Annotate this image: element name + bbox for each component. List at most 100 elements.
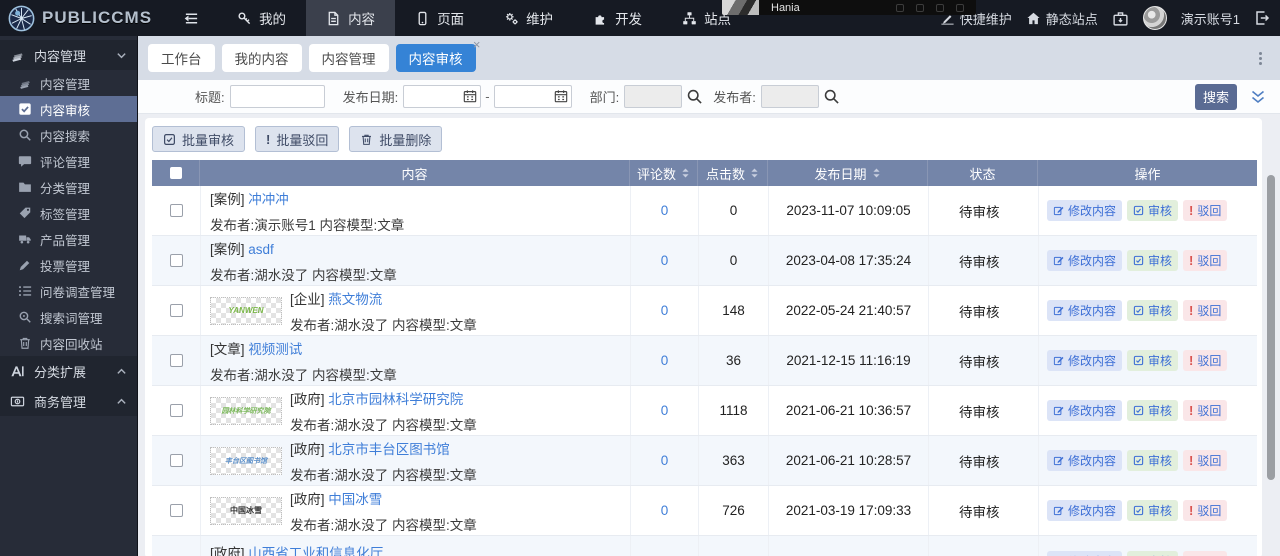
tab-content-management[interactable]: 内容管理 <box>308 44 389 72</box>
calendar-icon[interactable] <box>463 89 477 103</box>
tab-workbench[interactable]: 工作台 <box>148 44 215 72</box>
review-button[interactable]: 审核 <box>1127 450 1179 471</box>
sidebar-item-tag-management[interactable]: 标签管理 <box>0 200 137 226</box>
sidebar-section-business-management[interactable]: 商务管理 <box>0 386 137 416</box>
reject-button[interactable]: !驳回 <box>1183 551 1228 556</box>
content-title-link[interactable]: 中国冰雪 <box>328 492 382 507</box>
comments-link[interactable]: 0 <box>661 203 669 218</box>
nav-item-develop[interactable]: 开发 <box>573 0 662 36</box>
media-control-icons[interactable] <box>896 3 976 12</box>
sidebar-item-category-management[interactable]: 分类管理 <box>0 174 137 200</box>
edit-content-button[interactable]: 修改内容 <box>1047 500 1123 521</box>
media-popup[interactable]: Hania <box>722 0 976 15</box>
review-button[interactable]: 审核 <box>1127 500 1179 521</box>
logout-icon[interactable] <box>1254 10 1270 26</box>
nav-item-page[interactable]: 页面 <box>395 0 484 36</box>
sidebar-item-content-recycle-bin[interactable]: 内容回收站 <box>0 330 137 356</box>
money-icon <box>10 396 25 406</box>
row-checkbox[interactable] <box>169 304 183 317</box>
sidebar-item-content-review[interactable]: 内容审核 <box>0 96 137 122</box>
close-icon[interactable]: × <box>473 38 481 51</box>
comments-link[interactable]: 0 <box>661 353 669 368</box>
edit-content-button[interactable]: 修改内容 <box>1047 350 1123 371</box>
static-site-button[interactable]: 静态站点 <box>1026 9 1098 28</box>
edit-content-button[interactable]: 修改内容 <box>1047 300 1123 321</box>
user-avatar[interactable] <box>1142 6 1167 30</box>
review-button[interactable]: 审核 <box>1127 400 1179 421</box>
search-icon[interactable] <box>686 88 703 105</box>
comments-link[interactable]: 0 <box>661 453 669 468</box>
review-button[interactable]: 审核 <box>1127 250 1179 271</box>
department-filter-input[interactable] <box>624 85 683 108</box>
sidebar-item-survey-management[interactable]: 问卷调查管理 <box>0 278 137 304</box>
reject-button[interactable]: !驳回 <box>1183 300 1228 321</box>
vertical-scrollbar[interactable] <box>1267 175 1275 480</box>
double-chevron-down-icon[interactable] <box>1250 89 1266 105</box>
edit-content-button[interactable]: 修改内容 <box>1047 250 1123 271</box>
batch-review-button[interactable]: 批量审核 <box>152 126 246 152</box>
edit-content-button[interactable]: 修改内容 <box>1047 551 1123 556</box>
col-comments[interactable]: 评论数 <box>630 160 698 186</box>
sidebar-item-vote-management[interactable]: 投票管理 <box>0 252 137 278</box>
sidebar-section-content-management[interactable]: 内容管理 <box>0 40 137 70</box>
sidebar-section-category-extension[interactable]: 分类扩展 <box>0 356 137 386</box>
sidebar-item-comment-management[interactable]: 评论管理 <box>0 148 137 174</box>
content-title-link[interactable]: 北京市园林科学研究院 <box>328 392 463 407</box>
content-title-link[interactable]: 燕文物流 <box>328 292 382 307</box>
content-title-link[interactable]: 冲冲冲 <box>248 192 289 207</box>
content-title-link[interactable]: asdf <box>248 242 274 257</box>
review-button[interactable]: 审核 <box>1127 300 1179 321</box>
select-all-checkbox[interactable] <box>169 167 182 179</box>
edit-content-button[interactable]: 修改内容 <box>1047 200 1123 221</box>
nav-item-maintain[interactable]: 维护 <box>484 0 573 36</box>
sidebar-item-product-management[interactable]: 产品管理 <box>0 226 137 252</box>
brand-logo[interactable]: PUBLICCMS <box>0 0 166 36</box>
menu-fold-icon[interactable] <box>166 0 217 36</box>
reject-button[interactable]: !驳回 <box>1183 400 1228 421</box>
reject-button[interactable]: !驳回 <box>1183 250 1228 271</box>
tab-my-content[interactable]: 我的内容 <box>221 44 302 72</box>
calendar-icon[interactable] <box>554 89 568 103</box>
batch-delete-button[interactable]: 批量删除 <box>349 126 443 152</box>
row-checkbox[interactable] <box>169 204 183 217</box>
tab-content-review[interactable]: 内容审核 × <box>395 38 481 72</box>
row-checkbox[interactable] <box>169 454 183 467</box>
comments-link[interactable]: 0 <box>661 403 669 418</box>
content-title-link[interactable]: 北京市丰台区图书馆 <box>328 442 450 457</box>
search-icon[interactable] <box>823 88 840 105</box>
publisher-filter-input[interactable] <box>760 85 819 108</box>
sidebar-item-search-word-management[interactable]: 搜索词管理 <box>0 304 137 330</box>
reject-button[interactable]: !驳回 <box>1183 450 1228 471</box>
title-filter-input[interactable] <box>229 85 325 108</box>
edit-content-button[interactable]: 修改内容 <box>1047 400 1123 421</box>
sidebar-item-content-management[interactable]: 内容管理 <box>0 70 137 96</box>
row-checkbox[interactable] <box>169 404 183 417</box>
row-checkbox[interactable] <box>169 254 183 267</box>
reject-button[interactable]: !驳回 <box>1183 500 1228 521</box>
search-button[interactable]: 搜索 <box>1195 83 1237 110</box>
review-button[interactable]: 审核 <box>1127 200 1179 221</box>
kebab-menu-icon[interactable] <box>1251 48 1270 69</box>
username-label[interactable]: 演示账号1 <box>1181 9 1240 28</box>
edit-content-button[interactable]: 修改内容 <box>1047 450 1123 471</box>
review-button[interactable]: 审核 <box>1127 551 1179 556</box>
table-header: 内容 评论数 点击数 发布日期 状态 操作 <box>152 160 1257 186</box>
reject-button[interactable]: !驳回 <box>1183 350 1228 371</box>
nav-item-mine[interactable]: 我的 <box>217 0 306 36</box>
content-title-link[interactable]: 视频测试 <box>248 342 302 357</box>
row-checkbox[interactable] <box>169 504 183 517</box>
review-button[interactable]: 审核 <box>1127 350 1179 371</box>
batch-reject-button[interactable]: ! 批量驳回 <box>255 126 340 152</box>
publish-box-icon[interactable] <box>1112 10 1129 27</box>
date-filter-label: 发布日期: <box>342 90 399 105</box>
nav-item-content[interactable]: 内容 <box>306 0 396 36</box>
sidebar-item-content-search[interactable]: 内容搜索 <box>0 122 137 148</box>
content-title-link[interactable]: 山西省工业和信息化厅 <box>248 546 383 556</box>
comments-link[interactable]: 0 <box>661 253 669 268</box>
comments-link[interactable]: 0 <box>661 503 669 518</box>
col-clicks[interactable]: 点击数 <box>698 160 768 186</box>
comments-link[interactable]: 0 <box>661 303 669 318</box>
reject-button[interactable]: !驳回 <box>1183 200 1228 221</box>
col-date[interactable]: 发布日期 <box>768 160 928 186</box>
row-checkbox[interactable] <box>169 354 183 367</box>
